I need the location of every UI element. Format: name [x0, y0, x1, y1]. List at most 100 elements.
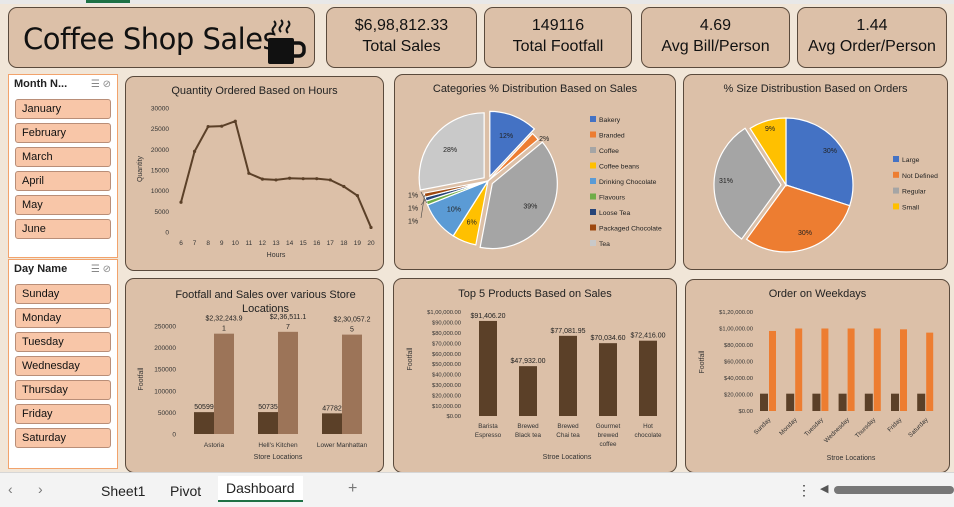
column-header-strip: [0, 0, 954, 4]
slicer-item-sunday[interactable]: Sunday: [15, 284, 111, 304]
slicer-item-tuesday[interactable]: Tuesday: [15, 332, 111, 352]
x-axis-label: Stroe Locations: [543, 454, 592, 461]
slicer-item-monday[interactable]: Monday: [15, 308, 111, 328]
y-tick-label: 0: [165, 230, 169, 237]
x-tick-label: 20: [367, 240, 375, 247]
tab-sheet1[interactable]: Sheet1: [101, 483, 145, 499]
x-tick-label: Hell's Kitchen: [258, 442, 298, 449]
data-point: [328, 178, 332, 182]
multi-select-icon[interactable]: ☰ ⊘: [91, 264, 111, 275]
scroll-right-icon[interactable]: ›: [38, 481, 43, 497]
slicer-item-may[interactable]: May: [15, 195, 111, 215]
slicer-header: Day Name ☰ ⊘: [9, 260, 117, 280]
slicer-item-january[interactable]: January: [15, 99, 111, 119]
y-tick-label: $20,000.00: [724, 393, 753, 399]
kpi-total-footfall[interactable]: 149116 Total Footfall: [484, 7, 632, 68]
x-tick-label: Monday: [778, 416, 799, 437]
categories-pie-chart[interactable]: Categories % Distribution Based on Sales…: [394, 74, 676, 270]
data-point: [315, 177, 319, 181]
title-card[interactable]: Coffee Shop Sales: [8, 7, 315, 68]
x-tick-label: Hot: [643, 423, 653, 430]
slicer-item-saturday[interactable]: Saturday: [15, 428, 111, 448]
x-tick-label: chocolate: [635, 432, 662, 439]
kpi-total-sales[interactable]: $6,98,812.33 Total Sales: [326, 7, 477, 68]
tab-pivot[interactable]: Pivot: [170, 483, 201, 499]
bar-chart-svg: $1,00,000.00 $90,000.00 $80,000.00 $70,000.…: [407, 310, 666, 461]
month-slicer[interactable]: Month N... ☰ ⊘ January February March Ap…: [8, 74, 118, 258]
kpi-label: Total Sales: [362, 38, 441, 55]
y-tick-label: 30000: [151, 106, 169, 113]
x-tick-label: Chai tea: [556, 432, 580, 439]
data-point: [220, 124, 224, 128]
horizontal-scrollbar[interactable]: [834, 486, 954, 494]
y-tick-label: 5000: [155, 209, 170, 216]
legend-label: Not Defined: [902, 173, 938, 180]
data-label-footfall: 47782: [322, 405, 342, 412]
slicer-item-june[interactable]: June: [15, 219, 111, 239]
slice-label: 9%: [765, 126, 775, 133]
slicer-item-april[interactable]: April: [15, 171, 111, 191]
size-pie-chart[interactable]: % Size Distribustion Based on Orders 30%…: [683, 74, 948, 270]
y-tick-label: $1,20,000.00: [719, 310, 753, 316]
bar-orders: [926, 332, 934, 411]
stores-bar-chart[interactable]: Footfall and Sales over various Store Lo…: [125, 278, 384, 472]
x-tick-label: Friday: [886, 416, 904, 434]
day-slicer[interactable]: Day Name ☰ ⊘ Sunday Monday Tuesday Wedne…: [8, 259, 118, 469]
slicer-item-thursday[interactable]: Thursday: [15, 380, 111, 400]
y-axis-label: Footfall: [699, 350, 706, 373]
hscroll-left-icon[interactable]: ◀: [820, 482, 828, 495]
multi-select-icon[interactable]: ☰ ⊘: [91, 79, 111, 90]
data-point: [369, 225, 373, 230]
slicer-item-wednesday[interactable]: Wednesday: [15, 356, 111, 376]
x-tick-label: Astoria: [204, 442, 225, 449]
kpi-label: Avg Order/Person: [808, 38, 936, 55]
products-bar-chart[interactable]: Top 5 Products Based on Sales $1,00,000.…: [393, 278, 677, 472]
bar-footfall: [322, 413, 342, 434]
y-tick-label: 250000: [154, 324, 176, 331]
data-point: [233, 119, 237, 123]
legend-label: Flavours: [599, 195, 626, 202]
pie-chart-svg: 30% 30% 31% 9% Large Not Defined Regular Small: [713, 117, 938, 253]
more-options-icon[interactable]: ⋮: [797, 482, 811, 499]
data-label-sales: 5: [350, 327, 354, 334]
y-tick-label: $40,000.00: [724, 376, 753, 382]
tab-dashboard[interactable]: Dashboard: [218, 476, 303, 502]
y-tick-label: 200000: [154, 345, 176, 352]
x-tick-label: 7: [193, 240, 197, 247]
data-point: [287, 176, 292, 180]
x-tick-label: 17: [327, 240, 335, 247]
x-tick-label: Sunday: [753, 416, 773, 436]
x-tick-label: coffee: [599, 441, 617, 448]
slicer-item-february[interactable]: February: [15, 123, 111, 143]
legend-swatch: [590, 178, 596, 184]
slicer-header: Month N... ☰ ⊘: [9, 75, 117, 95]
kpi-avg-order[interactable]: 1.44 Avg Order/Person: [797, 7, 947, 68]
data-label: $70,034.60: [590, 335, 625, 342]
data-label-footfall: 50599: [194, 404, 214, 411]
legend-swatch: [590, 131, 596, 138]
slice-label: 31%: [719, 178, 733, 185]
add-sheet-icon[interactable]: +: [348, 480, 357, 498]
kpi-value: 149116: [531, 17, 585, 34]
bar-chart-svg: 250000 200000 150000 100000 50000 0 50599 $2,32…: [138, 314, 371, 461]
weekdays-bar-chart[interactable]: Order on Weekdays $1,20,000.00 $1,00,000.…: [685, 279, 950, 472]
y-tick-label: 25000: [151, 126, 169, 133]
y-tick-label: $80,000.00: [432, 331, 461, 337]
dashboard-sheet: Coffee Shop Sales $6,98,812.33 Total Sal…: [0, 0, 954, 472]
slicer-item-march[interactable]: March: [15, 147, 111, 167]
pie-chart-svg: 12% 2% 39% 6% 10% 1% 1% 1% 28% Bakery Branded Coffe…: [408, 110, 662, 250]
y-tick-label: $60,000.00: [432, 352, 461, 358]
x-tick-label: brewed: [598, 432, 619, 439]
y-tick-label: $50,000.00: [432, 362, 461, 368]
x-tick-label: 10: [232, 240, 240, 247]
slicer-item-friday[interactable]: Friday: [15, 404, 111, 424]
bar-product: [559, 335, 577, 416]
hours-line-chart[interactable]: Quantity Ordered Based on Hours 30000 250…: [125, 76, 384, 271]
kpi-avg-bill[interactable]: 4.69 Avg Bill/Person: [641, 7, 790, 68]
x-axis-label: Hours: [267, 252, 286, 259]
slicer-title: Day Name: [14, 263, 68, 275]
scroll-left-icon[interactable]: ‹: [8, 481, 13, 497]
legend-swatch: [590, 147, 596, 153]
data-point: [206, 125, 210, 129]
slice-label: 28%: [443, 147, 457, 154]
